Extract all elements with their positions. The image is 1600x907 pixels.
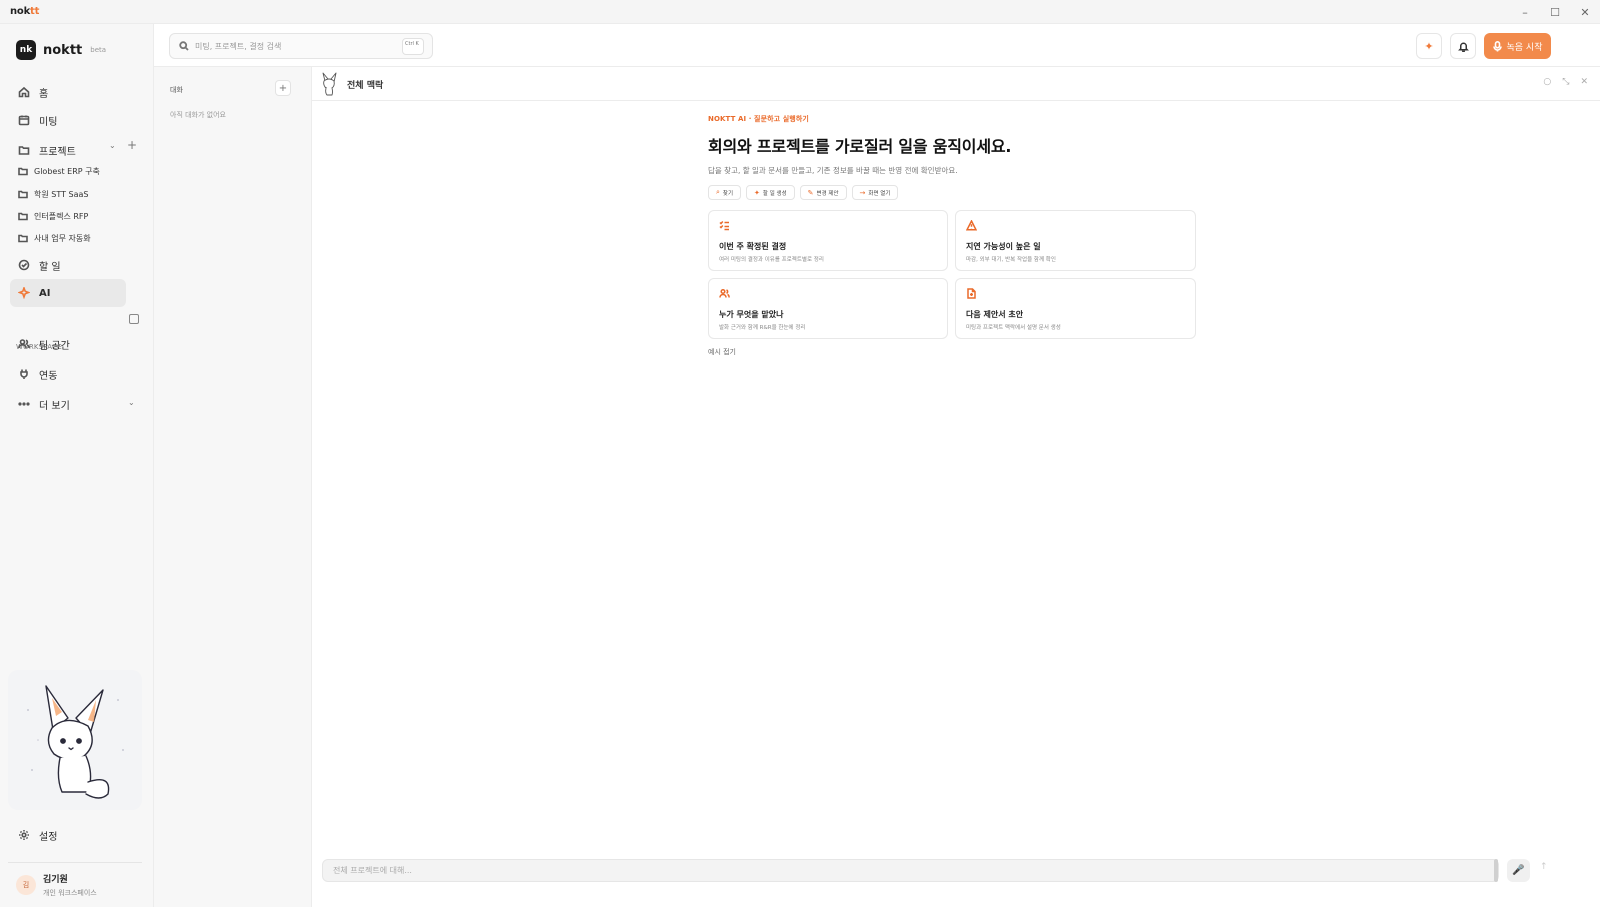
sidebar-item-home[interactable]: 홈 xyxy=(10,78,126,106)
subline: 답을 찾고, 할 일과 문서를 만들고, 기존 정보를 바꿀 때는 반영 전에 … xyxy=(708,166,958,175)
folder-icon xyxy=(18,190,28,199)
beta-badge: beta xyxy=(90,46,107,54)
start-recording-button[interactable]: 녹음 시작 xyxy=(1484,33,1551,59)
calendar-icon xyxy=(18,115,30,126)
example-cards: 이번 주 확정된 결정 여러 미팅의 결정과 이유를 프로젝트별로 정리 지연 … xyxy=(708,210,1208,339)
ai-sparkle-button[interactable]: ✦ xyxy=(1416,33,1442,59)
main-panel: 전체 맥락 ○ ⤡ ✕ NOKTT AI · 질문하고 실행하기 회의와 프로젝… xyxy=(312,67,1600,907)
expand-icon[interactable]: ⤡ xyxy=(1562,77,1569,87)
chip-create-task[interactable]: ✦ 할 일 생성 xyxy=(746,185,795,200)
projects-chevron-icon[interactable]: ⌄ xyxy=(109,141,116,150)
sidebar: nk noktt beta 홈 미팅 프로젝트 ⌄ + Globest ERP … xyxy=(0,24,154,907)
main-title: 전체 맥락 xyxy=(347,81,384,91)
voice-input-button[interactable]: 🎤 xyxy=(1507,859,1530,882)
sidebar-item-tasks[interactable]: 할 일 xyxy=(10,251,126,279)
arrow-right-icon: → xyxy=(859,188,866,197)
sidebar-item-meetings[interactable]: 미팅 xyxy=(10,106,126,134)
sidebar-item-integrations[interactable]: 연동 xyxy=(10,360,126,388)
new-conversation-button[interactable]: + xyxy=(275,80,291,96)
minimize-icon[interactable]: – xyxy=(1510,0,1540,24)
brand-name: noktt xyxy=(43,42,83,58)
plug-icon xyxy=(20,369,28,379)
capability-chips: ⌕ 찾기 ✦ 할 일 생성 ✎ 변경 제안 → 화면 열기 xyxy=(708,185,1208,200)
sidebar-item-more[interactable]: 더 보기 xyxy=(10,390,126,418)
ai-welcome: NOKTT AI · 질문하고 실행하기 회의와 프로젝트를 가로질러 일을 움… xyxy=(708,114,1208,357)
sidebar-divider xyxy=(8,862,142,863)
conversation-panel-title: 대화 xyxy=(170,86,183,94)
search-icon xyxy=(179,41,189,51)
top-header: Ctrl K ✦ 녹음 시작 xyxy=(154,24,1600,67)
users-icon xyxy=(18,339,30,349)
example-card[interactable]: 지연 가능성이 높은 일 마감, 외부 대기, 반복 작업을 함께 확인 xyxy=(955,210,1196,271)
project-item[interactable]: 학원 STT SaaS xyxy=(18,183,136,205)
checklist-icon xyxy=(719,220,729,231)
users-icon xyxy=(719,288,730,298)
sidebar-item-team-space[interactable]: 팀 공간 xyxy=(10,330,126,358)
folder-icon xyxy=(18,146,30,155)
search-icon: ⌕ xyxy=(716,188,720,196)
conversation-empty-state: 아직 대화가 없어요 xyxy=(170,111,226,119)
example-card[interactable]: 이번 주 확정된 결정 여러 미팅의 결정과 이유를 프로젝트별로 정리 xyxy=(708,210,948,271)
search-input[interactable] xyxy=(195,41,395,51)
folder-icon xyxy=(18,167,28,176)
sparkle-icon: ✦ xyxy=(754,188,760,197)
chip-open-screen[interactable]: → 화면 열기 xyxy=(851,185,899,200)
folder-icon xyxy=(18,234,28,243)
panel-toggle-icon[interactable] xyxy=(129,314,139,324)
add-project-icon[interactable]: + xyxy=(127,138,137,152)
user-profile[interactable]: 김 김기원 개인 워크스페이스 xyxy=(16,872,97,898)
conversation-panel: 대화 + 아직 대화가 없어요 xyxy=(154,67,312,907)
more-dots-icon xyxy=(18,402,30,406)
project-item[interactable]: 사내 업무 자동화 xyxy=(18,227,136,249)
window-titlebar: noktt – ☐ ✕ xyxy=(0,0,1600,24)
avatar: 김 xyxy=(16,875,36,895)
search-box[interactable]: Ctrl K xyxy=(169,33,433,59)
warning-triangle-icon xyxy=(965,219,978,231)
plus-icon: + xyxy=(278,82,288,94)
message-input[interactable] xyxy=(323,860,1473,881)
composer-scrollbar[interactable] xyxy=(1494,859,1498,882)
maximize-icon[interactable]: ☐ xyxy=(1540,0,1570,24)
logo-mark: nk xyxy=(16,40,36,60)
check-circle-icon xyxy=(18,259,30,271)
circle-icon[interactable]: ○ xyxy=(1543,77,1551,87)
notifications-button[interactable] xyxy=(1450,33,1476,59)
user-name: 김기원 xyxy=(43,875,68,885)
chip-propose-change[interactable]: ✎ 변경 제안 xyxy=(799,185,847,200)
example-card[interactable]: 누가 무엇을 맡았나 발화 근거와 함께 R&R을 한눈에 정리 xyxy=(708,278,948,339)
microphone-icon: 🎤 xyxy=(1512,865,1525,876)
headline: 회의와 프로젝트를 가로질러 일을 움직이세요. xyxy=(708,137,1012,156)
sparkle-icon: ✦ xyxy=(1424,39,1434,53)
project-item[interactable]: 인터플렉스 RFP xyxy=(18,205,136,227)
brand-logo[interactable]: nk noktt beta xyxy=(16,40,106,60)
more-chevron-icon[interactable]: ⌄ xyxy=(128,398,135,407)
project-item[interactable]: Globest ERP 구축 xyxy=(18,160,136,182)
bell-icon xyxy=(1457,42,1469,52)
mascot-icon xyxy=(322,72,337,96)
search-shortcut: Ctrl K xyxy=(402,38,424,55)
user-workspace: 개인 워크스페이스 xyxy=(43,889,97,897)
pencil-icon: ✎ xyxy=(807,188,814,197)
hide-examples-link[interactable]: 예시 접기 xyxy=(708,347,1208,357)
sidebar-item-settings[interactable]: 설정 xyxy=(10,821,126,849)
window-app-name: noktt xyxy=(10,6,40,17)
composer[interactable] xyxy=(322,859,1499,882)
example-card[interactable]: 다음 제안서 초안 미팅과 프로젝트 맥락에서 설명 문서 생성 xyxy=(955,278,1196,339)
folder-icon xyxy=(18,212,28,221)
eyebrow-text: NOKTT AI · 질문하고 실행하기 xyxy=(708,115,809,123)
gear-icon xyxy=(19,830,29,840)
chip-search[interactable]: ⌕ 찾기 xyxy=(708,185,742,200)
main-header: 전체 맥락 ○ ⤡ ✕ xyxy=(312,67,1600,101)
sidebar-item-ai[interactable]: AI xyxy=(10,279,126,307)
close-window-icon[interactable]: ✕ xyxy=(1570,0,1600,24)
mascot-illustration xyxy=(8,670,142,810)
close-icon[interactable]: ✕ xyxy=(1580,77,1588,87)
send-icon[interactable]: ↑ xyxy=(1540,862,1548,872)
document-icon xyxy=(967,288,976,299)
home-icon xyxy=(18,86,30,98)
sparkle-icon xyxy=(18,287,30,299)
microphone-icon xyxy=(1492,40,1502,51)
